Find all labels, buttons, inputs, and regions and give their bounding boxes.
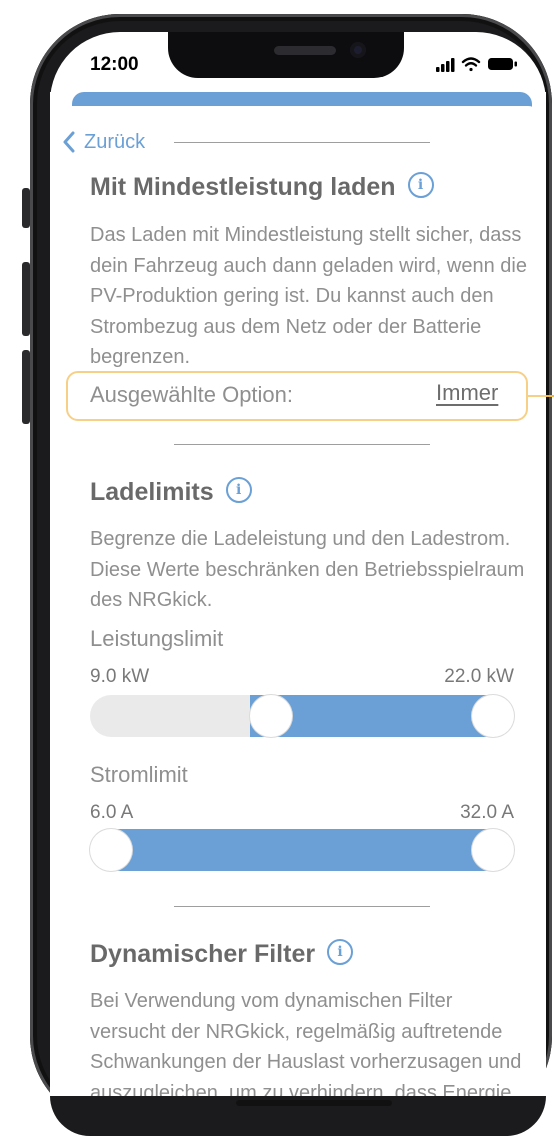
current-limit-min-handle[interactable] [90,829,132,871]
current-limit-slider[interactable] [90,829,514,871]
min-power-title: Mit Mindestleistung laden [90,173,396,201]
divider [174,142,430,143]
power-limit-max-handle[interactable] [472,695,514,737]
current-limit-label: Stromlimit [90,762,188,787]
volume-up-button [22,262,30,336]
mute-switch [22,188,30,228]
back-button[interactable]: Zurück [62,128,145,156]
power-limit-slider[interactable] [90,695,514,737]
section-title-min-power: Mit Mindestleistung laden i [90,172,434,202]
selected-option-value[interactable]: Immer [436,380,498,406]
back-label: Zurück [84,130,146,153]
charge-limits-title: Ladelimits [90,478,214,506]
volume-down-button [22,350,30,424]
status-time: 12:00 [90,54,139,75]
current-limit-max: 32.0 A [460,802,514,823]
current-limit-max-handle[interactable] [472,829,514,871]
chevron-left-icon [63,131,75,153]
app-stage: 12:00 Zurück Mit Mindestleistung laden i … [0,0,554,1136]
current-limit-slider-fill [90,829,514,871]
status-icons [436,57,517,72]
speaker-grille [274,46,336,55]
power-limit-label: Leistungslimit [90,626,224,651]
signal-icon [436,58,455,72]
divider [174,444,430,445]
charge-limits-description: Begrenze die Ladeleistung und den Ladest… [90,528,525,611]
battery-icon [488,58,517,70]
min-power-description: Das Laden mit Mindestleistung stellt sic… [90,224,527,368]
highlight-connector [528,395,554,397]
power-limit-min: 9.0 kW [90,666,150,687]
current-limit-min: 6.0 A [90,802,134,823]
selected-option-label: Ausgewählte Option: [90,382,294,407]
section-title-charge-limits: Ladelimits i [90,477,252,507]
home-indicator[interactable] [236,1100,392,1106]
power-limit-max: 22.0 kW [444,666,514,687]
front-camera [350,42,366,58]
notch [168,32,404,78]
divider [174,906,430,907]
info-icon[interactable]: i [327,939,354,966]
section-title-dynamic-filter: Dynamischer Filter i [90,939,354,969]
wifi-icon [461,57,481,72]
dynamic-filter-title: Dynamischer Filter [90,940,316,968]
info-icon[interactable]: i [225,477,252,504]
info-icon[interactable]: i [407,172,434,199]
